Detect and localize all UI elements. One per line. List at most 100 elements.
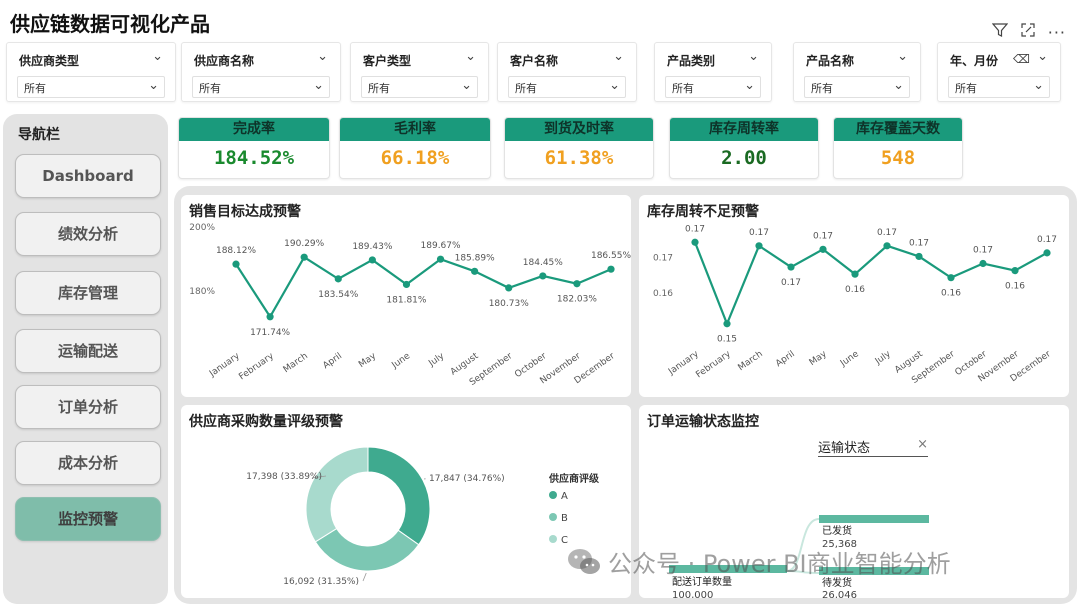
sales-target-chart[interactable]: 200%180%188.12%January171.74%February190… (181, 195, 631, 397)
nav-button-performance[interactable]: 绩效分析 (15, 212, 161, 256)
kpi-card: 完成率 184.52% (178, 117, 330, 179)
watermark-text: 公众号 · Power BI商业智能分析 (608, 550, 951, 578)
data-point[interactable] (368, 256, 376, 264)
data-label: 189.43% (352, 242, 392, 252)
nav-button-cost[interactable]: 成本分析 (15, 441, 161, 485)
x-tick-label: April (774, 349, 797, 369)
data-label: 181.81% (386, 295, 426, 305)
data-point[interactable] (573, 280, 581, 288)
slice-label: 17,847 (34.76%) (429, 474, 505, 484)
wechat-logo-icon (568, 548, 600, 574)
data-point[interactable] (232, 260, 240, 268)
data-point[interactable] (334, 275, 342, 283)
legend-marker[interactable] (549, 513, 557, 521)
filter-icon[interactable] (991, 22, 1009, 42)
more-options-icon[interactable]: ··· (1048, 23, 1066, 42)
data-point[interactable] (851, 270, 859, 278)
legend-marker[interactable] (549, 535, 557, 543)
watermark: 公众号 · Power BI商业智能分析 (566, 544, 951, 579)
data-point[interactable] (300, 253, 308, 261)
filter-dropdown[interactable]: 所有 ⌄ (17, 76, 165, 98)
data-point[interactable] (723, 320, 731, 328)
data-label: 0.16 (1005, 282, 1025, 292)
kpi-label: 库存覆盖天数 (834, 118, 962, 141)
data-point[interactable] (402, 280, 411, 289)
data-point[interactable] (947, 274, 955, 282)
data-label: 0.17 (749, 228, 769, 238)
filter-value: 所有 (368, 82, 390, 95)
data-point[interactable] (505, 284, 513, 292)
collapse-chevron-icon[interactable]: ⌄ (317, 49, 328, 64)
legend-item[interactable]: A (561, 491, 568, 502)
chevron-down-icon: ⌄ (148, 78, 159, 93)
kpi-card: 到货及时率 61.38% (504, 117, 654, 179)
data-point[interactable] (979, 259, 987, 268)
data-point[interactable] (266, 313, 274, 321)
filter-dropdown[interactable]: 所有 ⌄ (804, 76, 910, 98)
clear-selection-icon[interactable]: ⌫ (1013, 52, 1030, 66)
nav-button-transport[interactable]: 运输配送 (15, 329, 161, 373)
kpi-label: 完成率 (179, 118, 329, 141)
x-tick-label: February (694, 349, 733, 380)
legend-marker[interactable] (549, 491, 557, 499)
collapse-chevron-icon[interactable]: ⌄ (1037, 49, 1048, 64)
filter-label: 客户名称 (510, 54, 559, 68)
donut-slice-c[interactable] (305, 446, 369, 543)
filter-dropdown[interactable]: 所有 ⌄ (508, 76, 626, 98)
x-tick-label: July (426, 351, 446, 369)
filter-customer-name: 客户名称 ⌄ 所有 ⌄ (497, 42, 637, 102)
data-point[interactable] (471, 267, 479, 275)
filter-dropdown[interactable]: 所有 ⌄ (665, 76, 761, 98)
data-label: 182.03% (557, 295, 597, 305)
kpi-value: 548 (880, 147, 916, 169)
chevron-down-icon: ⌄ (609, 78, 620, 93)
collapse-chevron-icon[interactable]: ⌄ (613, 49, 624, 64)
data-label: 0.17 (973, 246, 993, 256)
navigation-panel: 导航栏 Dashboard 绩效分析 库存管理 运输配送 订单分析 成本分析 监… (3, 114, 168, 604)
nav-button-dashboard[interactable]: Dashboard (15, 154, 161, 198)
collapse-chevron-icon[interactable]: ⌄ (465, 49, 476, 64)
data-point[interactable] (539, 272, 547, 280)
nav-button-inventory[interactable]: 库存管理 (15, 271, 161, 315)
data-point[interactable] (691, 238, 699, 246)
slice-label: 17,398 (33.89%) (246, 472, 322, 482)
filter-value: 所有 (672, 82, 694, 95)
data-point[interactable] (883, 242, 891, 250)
data-point[interactable] (755, 242, 763, 250)
collapse-chevron-icon[interactable]: ⌄ (897, 49, 908, 64)
data-label: 185.89% (455, 253, 495, 263)
data-point[interactable] (819, 245, 827, 253)
legend-title: 供应商评级 (548, 472, 600, 485)
x-tick-label: February (237, 351, 276, 382)
data-label: 0.17 (1037, 235, 1057, 245)
filter-supplier-name: 供应商名称 ⌄ 所有 ⌄ (181, 42, 341, 102)
nav-button-orders[interactable]: 订单分析 (15, 385, 161, 429)
filter-supplier-type: 供应商类型 ⌄ 所有 ⌄ (6, 42, 176, 102)
filter-label: 供应商类型 (19, 54, 80, 68)
inventory-turnover-chart[interactable]: 0.170.160.17January0.15February0.17March… (639, 195, 1069, 397)
legend-item[interactable]: B (561, 513, 568, 524)
nav-button-monitoring[interactable]: 监控预警 (15, 497, 161, 541)
data-point[interactable] (1043, 249, 1051, 257)
filter-value: 所有 (955, 82, 977, 95)
inventory-turnover-card: 库存周转不足预警 0.17 0.16 0.17 January 0.15 February… (639, 195, 1069, 397)
filter-dropdown[interactable]: 所有 ⌄ (361, 76, 478, 98)
filter-dropdown[interactable]: 所有 ⌄ (948, 76, 1050, 98)
data-point[interactable] (915, 252, 923, 261)
focus-mode-icon[interactable] (1020, 22, 1036, 42)
supplier-rating-donut[interactable]: 17,847 (34.76%) 16,092 (31.35%) 17,398 (33… (181, 405, 631, 598)
data-point[interactable] (1011, 267, 1019, 275)
collapse-chevron-icon[interactable]: ⌄ (152, 49, 163, 64)
donut-slice-a[interactable] (367, 446, 431, 546)
data-point[interactable] (436, 255, 445, 263)
data-label: 0.17 (909, 238, 929, 248)
collapse-chevron-icon[interactable]: ⌄ (748, 49, 759, 64)
data-label: 183.54% (318, 290, 358, 300)
data-label: 184.45% (523, 258, 563, 268)
filter-dropdown[interactable]: 所有 ⌄ (192, 76, 330, 98)
x-tick-label: June (838, 349, 861, 369)
data-point[interactable] (607, 265, 615, 273)
chevron-down-icon: ⌄ (893, 78, 904, 93)
donut-slice-b[interactable] (314, 527, 420, 572)
data-point[interactable] (787, 263, 795, 271)
